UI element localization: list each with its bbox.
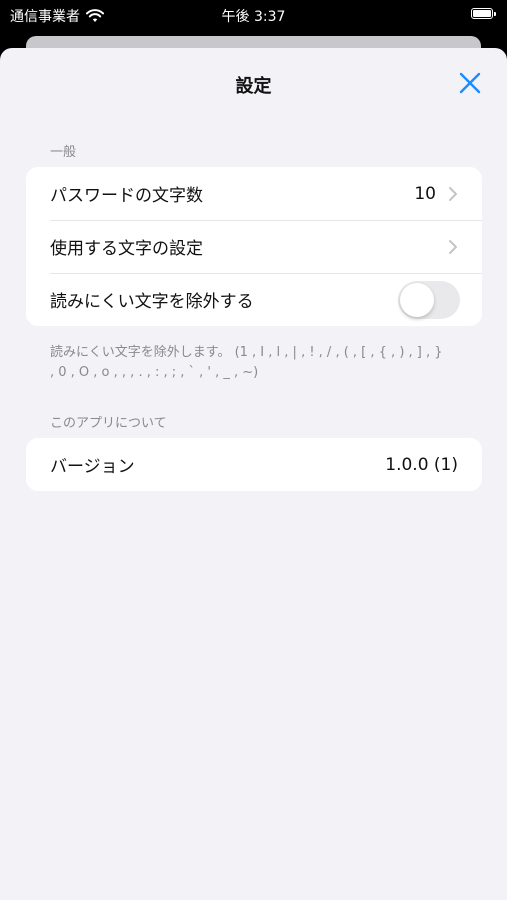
toggle-knob xyxy=(400,282,434,317)
status-time: 午後 3:37 xyxy=(221,9,286,25)
chevron-right-icon xyxy=(449,239,457,254)
section-header-about: このアプリについて xyxy=(50,416,167,431)
chevron-right-icon xyxy=(449,186,457,201)
characters-setting-row[interactable]: 使用する文字の設定 xyxy=(26,220,482,273)
version-value: 1.0.0 (1) xyxy=(385,454,458,475)
exclude-ambiguous-label: 読みにくい文字を除外する xyxy=(50,292,254,312)
password-length-row[interactable]: パスワードの文字数 10 xyxy=(26,167,482,220)
about-group: バージョン 1.0.0 (1) xyxy=(26,438,482,491)
version-label: バージョン xyxy=(50,457,135,477)
status-bar: 通信事業者 午後 3:37 xyxy=(0,0,507,30)
general-group: パスワードの文字数 10 使用する文字の設定 読みにくい文字を除外する xyxy=(26,167,482,326)
close-icon[interactable] xyxy=(459,72,481,94)
settings-sheet: 設定 一般 パスワードの文字数 10 使用する文字の設定 読みにくい文字を除外す… xyxy=(0,48,507,900)
page-title: 設定 xyxy=(235,76,272,97)
battery-icon xyxy=(471,8,496,19)
exclude-ambiguous-toggle[interactable] xyxy=(398,280,460,319)
password-length-label: パスワードの文字数 xyxy=(50,186,203,206)
section-header-general: 一般 xyxy=(50,145,77,160)
exclude-ambiguous-footer: 読みにくい文字を除外します。 (1 , I , l , | , ! , / , … xyxy=(50,345,443,380)
exclude-ambiguous-row: 読みにくい文字を除外する xyxy=(26,273,482,326)
characters-setting-label: 使用する文字の設定 xyxy=(50,239,203,259)
password-length-value: 10 xyxy=(414,183,436,204)
version-row: バージョン 1.0.0 (1) xyxy=(26,438,482,491)
